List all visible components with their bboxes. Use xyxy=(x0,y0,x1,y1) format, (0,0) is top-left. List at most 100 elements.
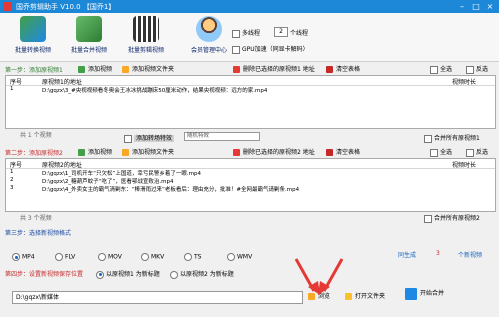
batch-merge-button[interactable]: 批量合并视频 xyxy=(58,16,120,58)
member-center-button[interactable]: 会员管理中心 xyxy=(178,16,240,58)
radio-dot[interactable] xyxy=(227,253,235,261)
maximize-button[interactable]: □ xyxy=(470,1,482,12)
video2-table[interactable]: 序号 原视频2的地址 视频时长 1 D:\gqzx\1_司机开车“只欠松”上国道… xyxy=(5,158,496,212)
row-index: 2 xyxy=(10,177,14,183)
transition-bar: 添加转场特效 随机特效 合并所有原视频1 xyxy=(0,132,499,143)
minimize-button[interactable]: – xyxy=(456,1,468,12)
film-clapper-icon xyxy=(133,16,159,42)
add-folder2-button[interactable]: 添加视频文件夹 xyxy=(122,147,174,156)
video1-table[interactable]: 序号 原视频1的地址 视频时长 1 D:\gqzx\3_#央视视频看冬奥会王冰冰… xyxy=(5,75,496,129)
batch-edit-button[interactable]: 批量剪辑视频 xyxy=(115,16,177,58)
step1-bar: 第一步：添加原视频1 添加视频 添加视频文件夹 删除已选择的原视频1 地址 清空… xyxy=(0,63,499,74)
row-path: D:\gqzx\1_司机开车“只欠松”上国道，幸亏民警乡着了一眼.mp4 xyxy=(42,171,201,177)
select-all1-checkbox[interactable]: 全选 xyxy=(430,64,452,74)
step1-label: 第一步：添加原视频1 xyxy=(5,67,63,74)
format-flv-radio[interactable]: FLV xyxy=(55,253,75,261)
delete-icon xyxy=(233,149,240,156)
merge-all2-box[interactable] xyxy=(424,214,432,223)
thread-count-input[interactable]: 2 xyxy=(274,27,288,37)
batch-convert-button[interactable]: 批量转换视频 xyxy=(2,16,64,58)
generate-label: 同生成 xyxy=(398,252,417,259)
save-path-input[interactable]: D:\gqzx\新媒体 xyxy=(12,291,303,304)
select-all1-box[interactable] xyxy=(430,65,438,74)
thread-unit-label: 个线程 xyxy=(290,30,309,37)
step3-label: 第三步：选择新视频格式 xyxy=(5,230,72,237)
format-mov-radio[interactable]: MOV xyxy=(98,253,122,261)
merge-video-icon xyxy=(76,16,102,42)
delete-selected2-button[interactable]: 删除已选择的原视频2 地址 xyxy=(233,147,315,156)
col-duration: 视频时长 xyxy=(452,162,477,169)
title-bar: 国乔剪辑助手 V10.0 【国乔1】 – □ × xyxy=(0,0,499,13)
row-index: 3 xyxy=(10,185,14,191)
merge-all2-checkbox[interactable]: 合并所有原视频2 xyxy=(424,213,480,223)
close-button[interactable]: × xyxy=(484,1,496,12)
add-video-icon xyxy=(78,149,85,156)
step4-label: 第四步：设置新视频保存位置 xyxy=(5,271,84,278)
transition-select[interactable]: 随机特效 xyxy=(184,132,260,141)
format-mp4-radio[interactable]: MP4 xyxy=(12,253,35,261)
add-video2-button[interactable]: 添加视频 xyxy=(78,147,112,156)
radio-dot[interactable] xyxy=(141,253,149,261)
merge-all1-checkbox[interactable]: 合并所有原视频1 xyxy=(424,133,480,143)
table-row[interactable]: 1 D:\gqzx\3_#央视视频看冬奥会王冰冰挑战蹦床50厘米动作，结果央视视… xyxy=(6,86,495,94)
col-path: 原视频1的地址 xyxy=(42,79,82,86)
invert2-box[interactable] xyxy=(466,148,474,157)
title-option2-radio[interactable]: 以原视频2 为新标题 xyxy=(170,269,234,279)
format-wmv-radio[interactable]: WMV xyxy=(227,253,252,261)
multithread-checkbox-box[interactable] xyxy=(232,29,240,38)
gpu-accel-checkbox[interactable]: GPU加速（同显卡解码） xyxy=(232,44,309,54)
generate-unit: 个新视频 xyxy=(458,252,483,259)
select-all2-box[interactable] xyxy=(430,148,438,157)
format-mkv-radio[interactable]: MKV xyxy=(141,253,164,261)
title-option1-radio[interactable]: 以原视频1 为新标题 xyxy=(96,269,160,279)
radio-dot[interactable] xyxy=(96,270,104,279)
radio-dot[interactable] xyxy=(12,253,20,261)
main-toolbar: 批量转换视频 批量合并视频 批量剪辑视频 会员管理中心 多线程 2 个线程 GP… xyxy=(0,13,499,62)
invert1-box[interactable] xyxy=(466,65,474,74)
add-video1-button[interactable]: 添加视频 xyxy=(78,64,112,73)
add-transition-box[interactable] xyxy=(124,134,132,143)
merge-all1-box[interactable] xyxy=(424,134,432,143)
add-transition-checkbox[interactable]: 添加转场特效 xyxy=(124,133,175,143)
invert1-checkbox[interactable]: 反选 xyxy=(466,64,488,74)
folder-icon xyxy=(122,149,129,156)
col-index: 序号 xyxy=(10,162,23,169)
invert2-checkbox[interactable]: 反选 xyxy=(466,147,488,157)
row-path: D:\gqzx\4_外卖女主的霸气清剿东：“棒滑雨过来”老板看后：理由充分，批准… xyxy=(42,187,300,193)
step2-bar: 第二步：添加原视频2 添加视频 添加视频文件夹 删除已选择的原视频2 地址 清空… xyxy=(0,146,499,157)
merge-icon xyxy=(405,287,417,300)
generate-count: 3 xyxy=(436,250,440,257)
row-index: 1 xyxy=(10,86,14,92)
close-icon xyxy=(326,149,333,156)
table-header: 序号 原视频1的地址 视频时长 xyxy=(6,76,495,86)
radio-dot[interactable] xyxy=(170,270,178,279)
table-row[interactable]: 3 D:\gqzx\4_外卖女主的霸气清剿东：“棒滑雨过来”老板看后：理由充分，… xyxy=(6,185,495,193)
start-merge-button[interactable]: 开始合并 xyxy=(405,284,444,304)
annotation-arrows xyxy=(294,258,344,295)
user-avatar-icon xyxy=(196,16,222,42)
multithread-checkbox[interactable]: 多线程 xyxy=(232,28,260,38)
clear-table1-button[interactable]: 清空表格 xyxy=(326,64,360,73)
radio-dot[interactable] xyxy=(55,253,63,261)
add-folder1-button[interactable]: 添加视频文件夹 xyxy=(122,64,174,73)
folder-icon xyxy=(122,66,129,73)
app-logo-icon xyxy=(3,2,12,11)
row-index: 1 xyxy=(10,169,14,175)
video2-count: 共 3 个视频 xyxy=(20,215,52,222)
open-folder-button[interactable]: 打开文件夹 xyxy=(345,290,385,303)
window-title: 国乔剪辑助手 V10.0 【国乔1】 xyxy=(16,3,116,11)
radio-dot[interactable] xyxy=(98,253,106,261)
select-all2-checkbox[interactable]: 全选 xyxy=(430,147,452,157)
gpu-checkbox-box[interactable] xyxy=(232,45,240,54)
table-row[interactable]: 2 D:\gqzx\2_糖葫芦蚊子“吃了”，医看鄂战宣败治.mp4 xyxy=(6,177,495,185)
step2-label: 第二步：添加原视频2 xyxy=(5,150,63,157)
row-path: D:\gqzx\3_#央视视频看冬奥会王冰冰挑战蹦床50厘米动作，结果央视视频：… xyxy=(42,88,268,94)
col-duration: 视频时长 xyxy=(452,79,477,86)
row-path: D:\gqzx\2_糖葫芦蚊子“吃了”，医看鄂战宣败治.mp4 xyxy=(42,179,174,185)
format-ts-radio[interactable]: TS xyxy=(184,253,201,261)
radio-dot[interactable] xyxy=(184,253,192,261)
table-row[interactable]: 1 D:\gqzx\1_司机开车“只欠松”上国道，幸亏民警乡着了一眼.mp4 xyxy=(6,169,495,177)
clear-table2-button[interactable]: 清空表格 xyxy=(326,147,360,156)
table-header: 序号 原视频2的地址 视频时长 xyxy=(6,159,495,169)
delete-selected1-button[interactable]: 删除已选择的原视频1 地址 xyxy=(233,64,315,73)
